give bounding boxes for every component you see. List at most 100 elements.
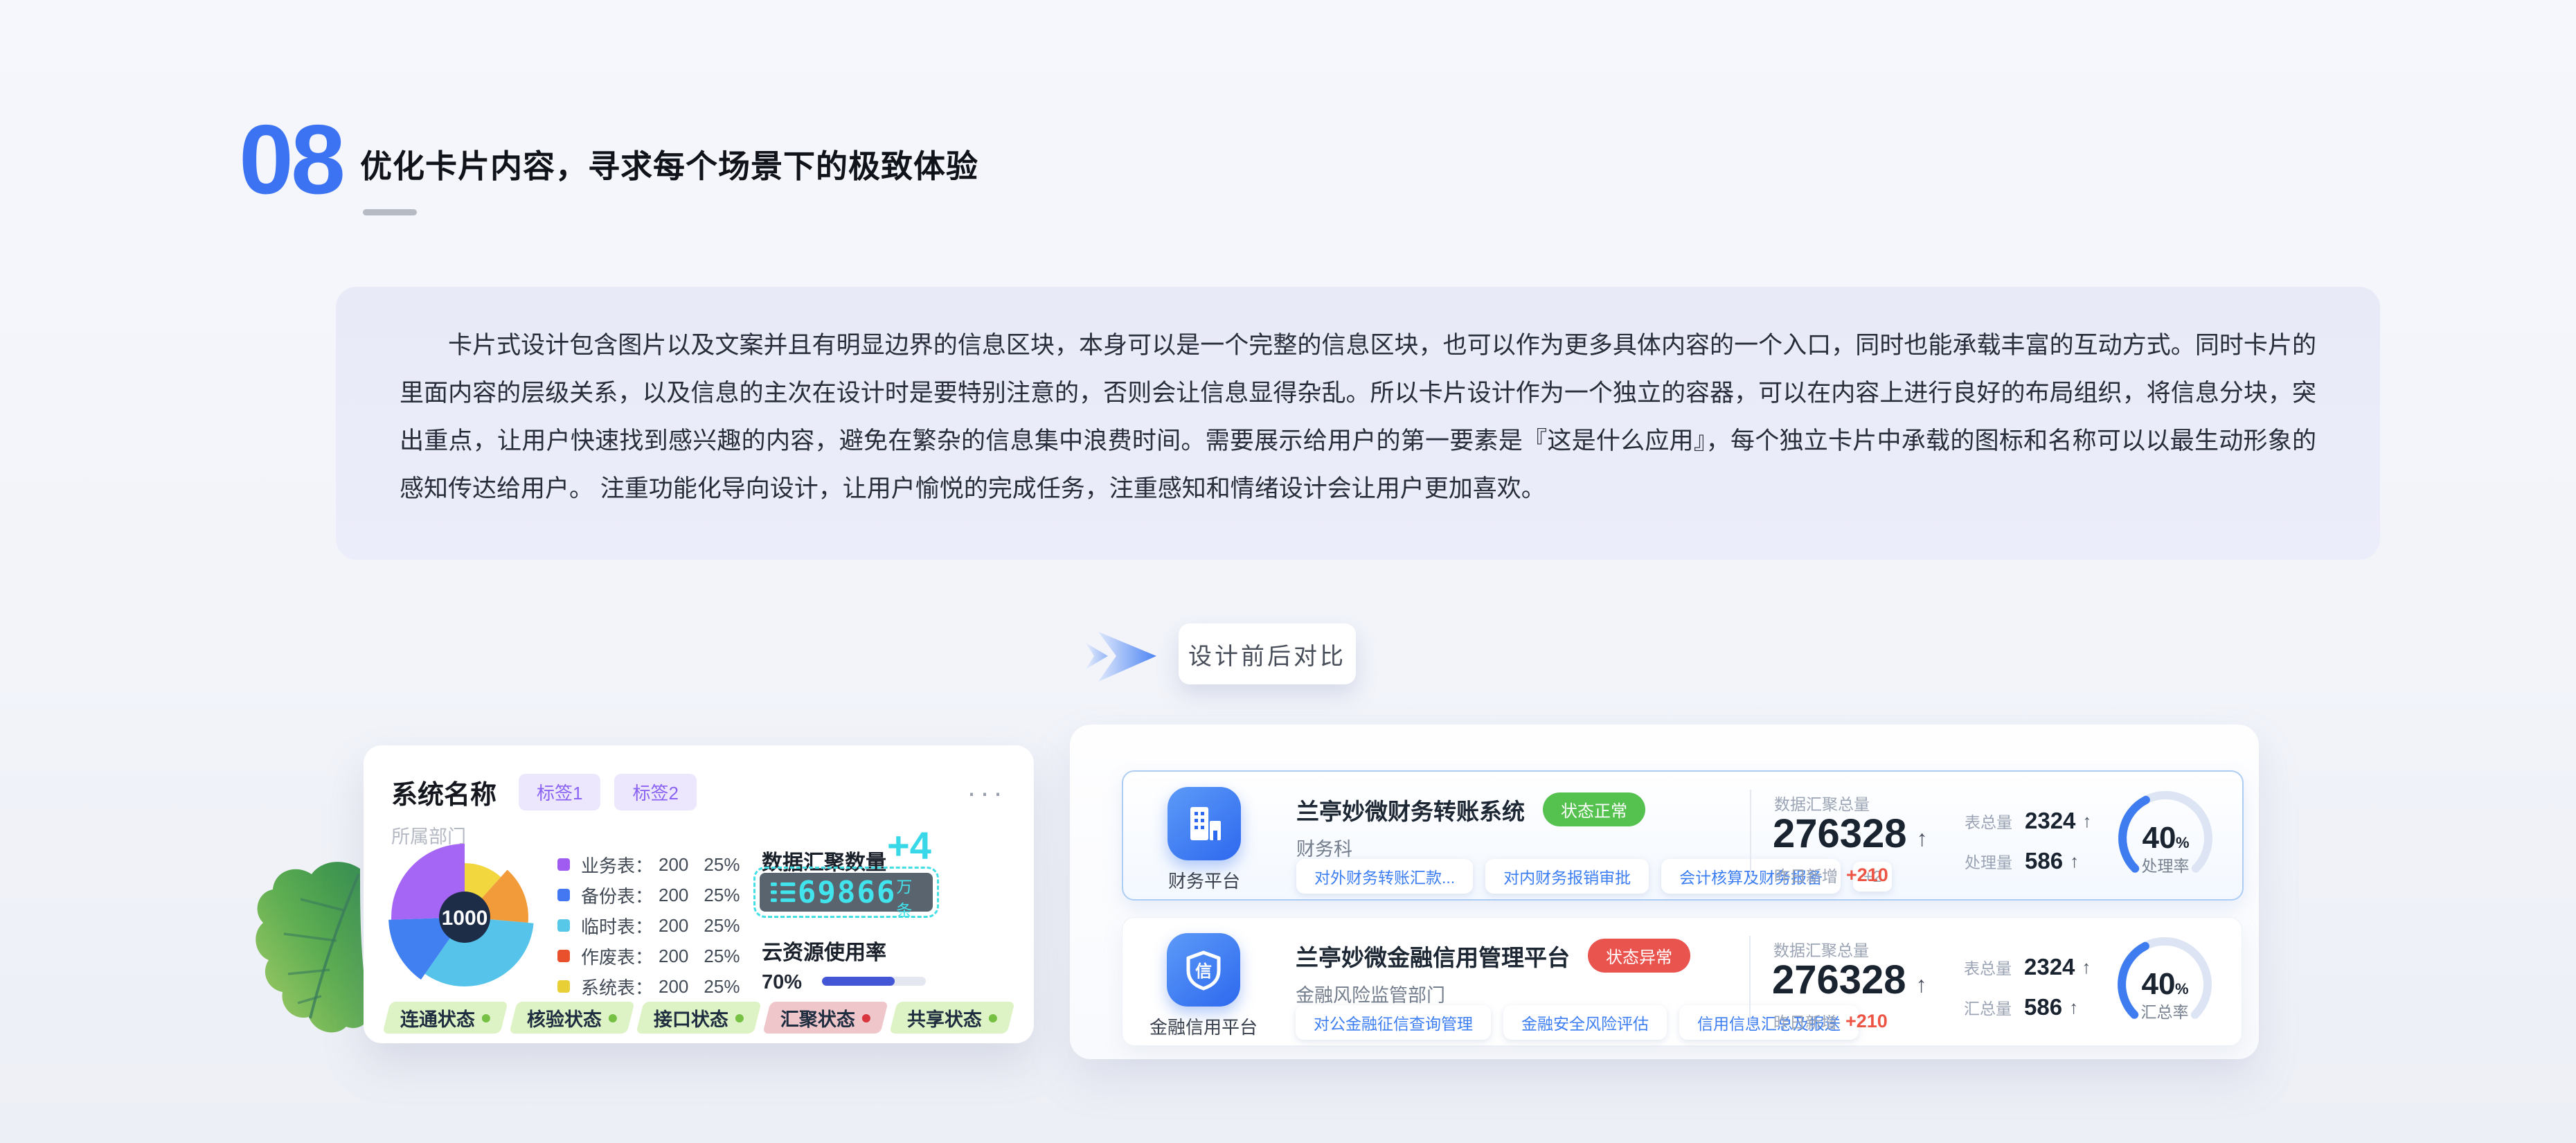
tag-2[interactable]: 标签2 [614,774,696,810]
yesterday-new-row: 昨日新增 +210 [1773,1009,1888,1033]
intro-paragraph: 卡片式设计包含图片以及文案并且有明显边界的信息区块，本身可以是一个完整的信息区块… [336,287,2380,513]
status-badge-share[interactable]: 共享状态 [889,1002,1014,1034]
processing-rate-gauge: 40 % 处理率 [2093,780,2238,891]
table-distribution-pie-chart: 1000 [388,842,541,995]
status-label: 核验状态 [527,1004,602,1031]
more-menu-icon[interactable]: ··· [967,786,1006,799]
tag-1[interactable]: 标签1 [519,774,600,810]
legend-item: 作废表：20025% [557,941,740,971]
after-design-panel: 财务平台 兰亭妙微财务转账系统 状态正常 财务科 对外财务转账汇款... 对内财… [1070,725,2259,1059]
total-number: 276328 [1773,810,1907,857]
legend-label: 业务表： [581,852,653,878]
metric-label: 汇总量 [1964,995,2012,1019]
legend-value: 200 [659,915,688,937]
app-row-finance[interactable]: 财务平台 兰亭妙微财务转账系统 状态正常 财务科 对外财务转账汇款... 对内财… [1122,770,2244,901]
legend-item: 临时表： 200 25% [557,910,740,941]
status-dot-icon [862,1013,870,1022]
status-badge-interface[interactable]: 接口状态 [636,1002,761,1034]
arrow-up-icon: ↑ [1917,826,1928,851]
app-tag[interactable]: 金融安全风险评估 [1503,1005,1667,1040]
app-title: 兰亭妙微金融信用管理平台 [1296,939,1570,973]
cloud-usage-percent: 70% [762,971,802,994]
aggregation-delta: +4 [887,823,931,868]
legend-swatch-system [557,980,570,993]
legend-percent: 25% [704,885,740,906]
before-design-card[interactable]: 系统名称 标签1 标签2 ··· 所属部门 1000 业务表：20025% 备份… [364,745,1034,1043]
pie-center-total: 1000 [442,907,488,930]
building-icon [1168,787,1241,860]
shield-icon: 信 [1167,933,1240,1007]
status-badge-row: 连通状态 核验状态 接口状态 汇聚状态 共享状态 [386,1002,1011,1034]
arrow-up-icon: ↑ [2082,810,2091,832]
gauge-percent: 40 [2142,967,2176,1001]
cloud-usage-progress-fill [822,977,895,986]
status-badge-connect[interactable]: 连通状态 [382,1002,508,1034]
yesterday-delta: +210 [1846,865,1888,886]
arrow-up-icon: ↑ [1916,972,1927,998]
status-badge-abnormal: 状态异常 [1588,939,1690,973]
app-department: 金融风险监管部门 [1296,980,1445,1007]
legend-value: 200 [659,946,688,967]
legend-label: 系统表： [581,974,653,1000]
legend-percent: 25% [704,915,740,937]
metric-table-total: 表总量 2324 ↑ [1965,808,2091,834]
metric-label: 表总量 [1964,955,2012,979]
app-title-line: 兰亭妙微财务转账系统 状态正常 [1296,792,1645,826]
yesterday-new-row: 昨日新增 +210 [1774,863,1888,887]
cloud-usage-label: 云资源使用率 [762,935,886,966]
section-number: 08 [239,111,343,209]
app-row-credit[interactable]: 信 金融信用平台 兰亭妙微金融信用管理平台 状态异常 金融风险监管部门 对公金融… [1122,917,2242,1046]
metric-summarized: 汇总量 586 ↑ [1964,994,2078,1020]
metric-value: 586 [2024,994,2062,1020]
status-dot-icon [735,1013,744,1022]
status-badge-verify[interactable]: 核验状态 [509,1002,634,1034]
legend-item: 业务表： 200 25% [557,849,740,880]
platform-label: 金融信用平台 [1122,1013,1285,1039]
arrow-up-icon: ↑ [2070,851,2079,872]
yesterday-label: 昨日新增 [1773,1009,1837,1033]
legend-item: 系统表：20025% [557,971,740,1002]
metric-label: 处理量 [1965,849,2012,873]
total-aggregation-value: 276328 ↑ [1772,957,1927,1003]
gauge-label: 处理率 [2142,857,2190,875]
total-number: 276328 [1772,957,1906,1003]
app-department: 财务科 [1296,834,1352,861]
arrow-up-icon: ↑ [2082,957,2091,978]
aggregation-count-label: 数据汇聚数量 [762,845,886,876]
legend-value: 200 [659,885,688,906]
compare-button[interactable]: 设计前后对比 [1179,623,1356,684]
legend-label: 临时表： [581,913,653,939]
status-label: 汇聚状态 [780,1004,855,1031]
app-tag[interactable]: 对内财务报销审批 [1485,859,1649,894]
status-dot-icon [989,1013,997,1022]
status-dot-icon [609,1013,617,1022]
app-title-line: 兰亭妙微金融信用管理平台 状态异常 [1296,939,1690,973]
legend-swatch-business [557,858,570,871]
compare-arrow-icon [1084,623,1174,689]
metric-processed: 处理量 586 ↑ [1965,848,2079,874]
yesterday-delta: +210 [1845,1011,1888,1032]
design-showcase-page: 08 优化卡片内容，寻求每个场景下的极致体验 卡片式设计包含图片以及文案并且有明… [0,0,2576,1143]
aggregation-counter-box[interactable]: 69866 万条 [760,873,933,912]
legend-value: 200 [659,854,688,876]
total-aggregation-value: 276328 ↑ [1773,810,1928,857]
summary-rate-gauge: 40 % 汇总率 [2092,926,2237,1037]
app-tag[interactable]: 对外财务转账汇款... [1296,859,1473,894]
metric-table-total: 表总量 2324 ↑ [1964,954,2091,980]
yesterday-label: 昨日新增 [1774,863,1838,887]
legend-percent: 25% [704,854,740,876]
metric-value: 2324 [2024,954,2075,980]
app-tag[interactable]: 对公金融征信查询管理 [1296,1005,1491,1040]
list-lines-icon [771,879,798,905]
legend-percent: 25% [704,946,740,967]
stats-divider [1749,936,1751,1027]
section-number-underline [363,209,417,215]
status-badge-aggregate[interactable]: 汇聚状态 [762,1002,888,1034]
aggregation-counter-unit: 万条 [896,874,924,921]
section-title: 优化卡片内容，寻求每个场景下的极致体验 [360,141,978,187]
legend-swatch-temp [557,919,570,932]
intro-panel: 卡片式设计包含图片以及文案并且有明显边界的信息区块，本身可以是一个完整的信息区块… [336,287,2380,560]
metric-value: 2324 [2025,808,2075,834]
status-label: 接口状态 [654,1004,728,1031]
pie-legend: 业务表：20025% 备份表：20025% 临时表：20025% 作废表：200… [557,849,740,1002]
